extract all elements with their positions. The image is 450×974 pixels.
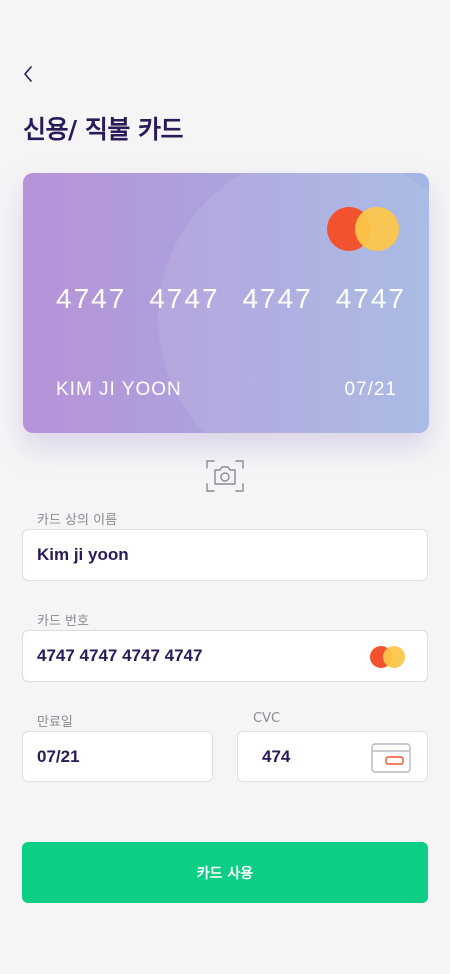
camera-scan-icon [206,460,244,492]
use-card-button[interactable]: 카드 사용 [22,842,428,903]
card-number-group: 4747 [242,283,313,314]
card-number-label: 카드 번호 [37,614,89,629]
card-number-display: 4747 4747 4747 4747 [56,283,406,315]
card-expiry-date: 07/21 [344,379,397,400]
expiry-label: 만료일 [37,715,73,730]
card-back-icon [371,743,411,773]
cvc-label: CVC [253,711,281,726]
mastercard-logo-icon [327,207,401,253]
chevron-left-icon [24,66,32,82]
cvc-value: 474 [262,746,291,766]
mastercard-icon [370,645,408,669]
back-button[interactable] [14,60,42,88]
page-title: 신용/ 직불 카드 [23,115,184,144]
scan-card-button[interactable] [205,459,245,493]
card-holder-name: KIM JI YOON [56,379,182,400]
card-number-value: 4747 4747 4747 4747 [37,646,203,665]
card-number-group: 4747 [149,283,220,314]
card-number-group: 4747 [56,283,127,314]
card-number-input[interactable]: 4747 4747 4747 4747 [22,630,428,682]
card-name-input[interactable]: Kim ji yoon [22,529,428,581]
cvc-input[interactable]: 474 [237,731,428,782]
card-name-value: Kim ji yoon [37,545,129,564]
expiry-input[interactable]: 07/21 [22,731,213,782]
credit-card-preview: 4747 4747 4747 4747 KIM JI YOON 07/21 [23,173,429,433]
card-number-group: 4747 [335,283,406,314]
name-label: 카드 상의 이름 [37,513,118,528]
expiry-value: 07/21 [37,746,80,766]
